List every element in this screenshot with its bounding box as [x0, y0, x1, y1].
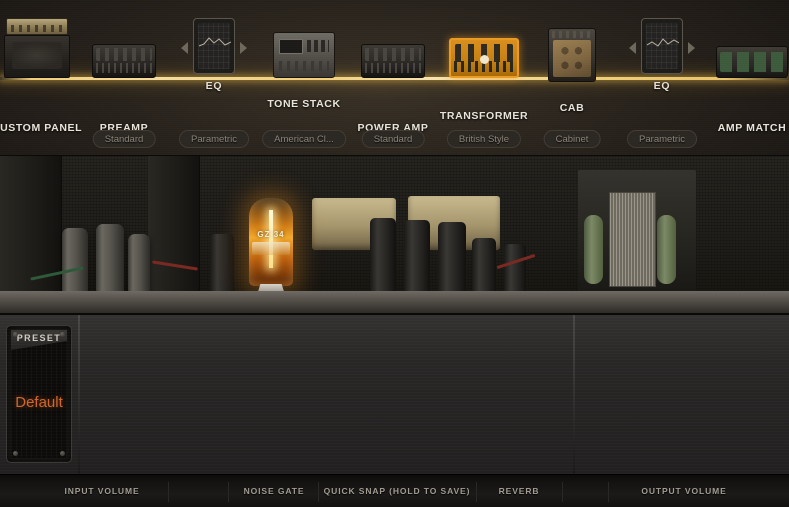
eq-next-chevron-icon[interactable] — [688, 42, 695, 54]
rectifier-tube-glowing: GZ 34 — [249, 198, 293, 295]
power-tube — [472, 238, 496, 296]
transformer-icon — [449, 38, 519, 78]
tube-filament — [269, 210, 273, 268]
preamp-icon — [92, 44, 156, 78]
preset-display[interactable]: PRESET Default — [6, 325, 72, 463]
power-tube — [438, 222, 466, 296]
eq-response-curve — [199, 37, 231, 47]
tube-type-print: GZ 34 — [257, 230, 285, 239]
panel-divider — [573, 315, 575, 476]
screw-icon — [13, 332, 18, 337]
eq-label: EQ — [205, 80, 223, 92]
eq-next-chevron-icon[interactable] — [240, 42, 247, 54]
bottom-divider — [476, 482, 477, 502]
screw-icon — [60, 332, 65, 337]
chain-module-label: CAB — [559, 102, 585, 114]
green-capacitor — [657, 214, 676, 285]
amp-interior-graphic: GZ 34 — [0, 156, 789, 313]
eq-curve-icon — [193, 18, 235, 74]
chain-module-label: TONE STACK — [267, 98, 341, 110]
bottom-divider — [318, 482, 319, 502]
preset-pill-transformer[interactable]: British Style — [446, 130, 522, 148]
chain-module-eq-2[interactable]: EQ — [629, 18, 695, 92]
eq-prev-chevron-icon[interactable] — [629, 42, 636, 54]
preset-pill-eq-2[interactable]: Parametric — [627, 130, 697, 148]
preset-pill-preamp[interactable]: Standard — [92, 130, 156, 148]
chain-module-label: TRANSFORMER — [439, 110, 529, 122]
bottom-item-input-volume[interactable]: INPUT VOLUME — [64, 486, 139, 496]
mid-side-panel — [148, 156, 200, 296]
amp-match-icon — [716, 46, 788, 78]
screw-icon — [60, 451, 65, 456]
chain-module-transformer[interactable]: TRANSFORMER — [440, 38, 528, 122]
bottom-item-output-volume[interactable]: OUTPUT VOLUME — [641, 486, 726, 496]
chain-module-amp-match[interactable]: AMP MATCH — [716, 46, 788, 134]
cabinet-icon — [548, 28, 596, 82]
power-tube — [504, 244, 526, 296]
eq-curve-icon — [641, 18, 683, 74]
filter-can — [128, 234, 150, 294]
filter-can — [96, 224, 124, 294]
panel-divider — [78, 315, 80, 476]
bottom-status-bar: INPUT VOLUME NOISE GATE QUICK SNAP (HOLD… — [0, 474, 789, 507]
eq-response-curve — [647, 38, 679, 47]
bottom-item-noise-gate[interactable]: NOISE GATE — [244, 486, 305, 496]
preset-pill-eq-1-value[interactable]: Parametric — [179, 130, 249, 148]
screw-icon — [13, 451, 18, 456]
bottom-divider — [228, 482, 229, 502]
output-transformer — [578, 170, 696, 294]
filter-can — [62, 228, 88, 294]
signal-chain-bar: CUSTOM PANEL PREAMP EQ TONE STACK POWER … — [0, 0, 789, 156]
preset-pill-cab[interactable]: Cabinet — [543, 130, 601, 148]
tube-label-band — [252, 242, 290, 255]
chain-module-tone-stack[interactable]: TONE STACK — [267, 32, 340, 110]
power-tube — [404, 220, 430, 296]
preset-name: Default — [15, 394, 63, 411]
bottom-divider — [562, 482, 563, 502]
tone-stack-icon — [273, 32, 335, 78]
preset-pill-tone-stack[interactable]: American Cl... — [262, 130, 346, 148]
eq-prev-chevron-icon[interactable] — [181, 42, 188, 54]
preset-pill-power-amp[interactable]: Standard — [361, 130, 425, 148]
chain-module-power-amp[interactable]: POWER AMP — [358, 44, 428, 134]
transformer-core — [608, 192, 656, 287]
bottom-item-quick-snap[interactable]: QUICK SNAP (HOLD TO SAVE) — [324, 486, 471, 496]
bottom-divider — [168, 482, 169, 502]
power-tube — [210, 234, 234, 296]
chain-module-eq-1[interactable]: EQ — [181, 18, 247, 92]
chain-module-preamp[interactable]: PREAMP — [92, 44, 156, 134]
chain-module-label: AMP MATCH — [717, 122, 787, 134]
bottom-divider — [608, 482, 609, 502]
chain-module-cab[interactable]: CAB — [548, 28, 596, 114]
green-capacitor — [584, 214, 603, 285]
amp-simulator-window: CUSTOM PANEL PREAMP EQ TONE STACK POWER … — [0, 0, 789, 507]
bottom-item-reverb[interactable]: REVERB — [499, 486, 540, 496]
power-tube — [370, 218, 396, 296]
chain-module-custom-panel[interactable]: CUSTOM PANEL — [0, 18, 82, 134]
chassis-floor — [0, 291, 789, 313]
control-panel: PRESET Default HARD SOFT RECTIFIER TUBE … — [0, 313, 789, 476]
amp-head-icon — [4, 18, 70, 78]
chain-module-label: CUSTOM PANEL — [0, 122, 83, 134]
eq-label: EQ — [653, 80, 671, 92]
power-amp-icon — [361, 44, 425, 78]
